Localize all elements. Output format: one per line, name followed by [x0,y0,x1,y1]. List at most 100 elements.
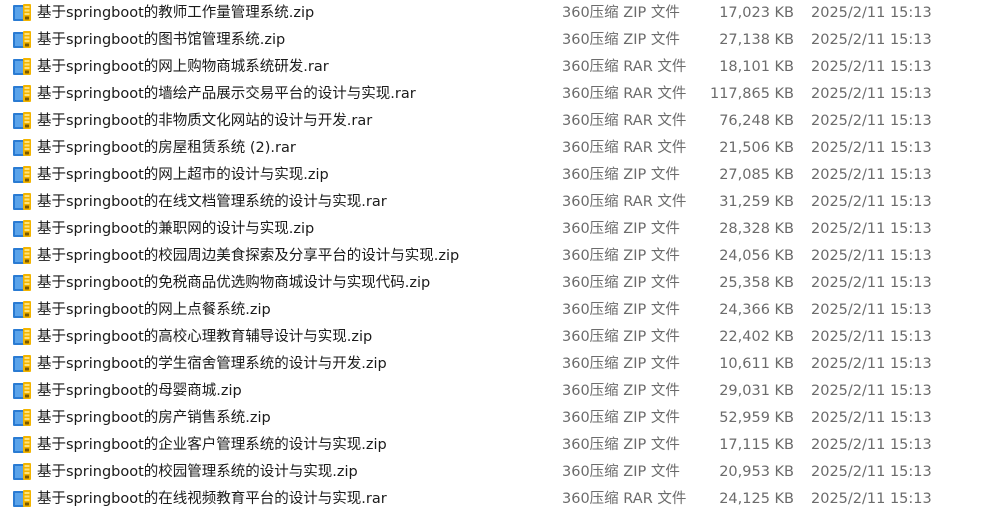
file-row[interactable]: 基于springboot的免税商品优选购物商城设计与实现代码.zip 360压缩 … [0,270,1005,297]
file-size: 117,865 KB [709,86,794,102]
file-type: 360压缩 RAR 文件 [562,59,687,75]
file-row[interactable]: 基于springboot的企业客户管理系统的设计与实现.zip 360压缩 ZIP… [0,432,1005,459]
file-name[interactable]: 基于springboot的母婴商城.zip [37,378,242,404]
file-type: 360压缩 ZIP 文件 [562,464,680,480]
file-type: 360压缩 RAR 文件 [562,113,687,129]
file-modified-date: 2025/2/11 15:13 [811,140,932,156]
archive-file-icon [12,111,32,130]
file-name[interactable]: 基于springboot的在线文档管理系统的设计与实现.rar [37,189,387,215]
file-name[interactable]: 基于springboot的网上点餐系统.zip [37,297,271,323]
archive-file-icon [12,30,32,49]
file-size: 29,031 KB [719,383,794,399]
file-row[interactable]: 基于springboot的校园周边美食探索及分享平台的设计与实现.zip 360压… [0,243,1005,270]
file-type: 360压缩 ZIP 文件 [562,167,680,183]
file-size: 17,115 KB [719,437,794,453]
file-modified-date: 2025/2/11 15:13 [811,5,932,21]
file-name[interactable]: 基于springboot的校园周边美食探索及分享平台的设计与实现.zip [37,243,459,269]
file-modified-date: 2025/2/11 15:13 [811,113,932,129]
file-name[interactable]: 基于springboot的网上购物商城系统研发.rar [37,54,329,80]
file-modified-date: 2025/2/11 15:13 [811,221,932,237]
file-name[interactable]: 基于springboot的墙绘产品展示交易平台的设计与实现.rar [37,81,416,107]
file-row[interactable]: 基于springboot的墙绘产品展示交易平台的设计与实现.rar 360压缩 R… [0,81,1005,108]
file-modified-date: 2025/2/11 15:13 [811,86,932,102]
archive-file-icon [12,300,32,319]
file-size: 22,402 KB [719,329,794,345]
file-row[interactable]: 基于springboot的学生宿舍管理系统的设计与开发.zip 360压缩 ZIP… [0,351,1005,378]
archive-file-icon [12,273,32,292]
file-name[interactable]: 基于springboot的高校心理教育辅导设计与实现.zip [37,324,372,350]
file-modified-date: 2025/2/11 15:13 [811,167,932,183]
file-type: 360压缩 ZIP 文件 [562,383,680,399]
file-name[interactable]: 基于springboot的免税商品优选购物商城设计与实现代码.zip [37,270,430,296]
file-size: 27,138 KB [719,32,794,48]
file-modified-date: 2025/2/11 15:13 [811,356,932,372]
file-size: 25,358 KB [719,275,794,291]
file-size: 24,366 KB [719,302,794,318]
file-modified-date: 2025/2/11 15:13 [811,194,932,210]
file-row[interactable]: 基于springboot的网上超市的设计与实现.zip 360压缩 ZIP 文件 2… [0,162,1005,189]
archive-file-icon [12,462,32,481]
file-row[interactable]: 基于springboot的房屋租赁系统 (2).rar 360压缩 RAR 文件 2… [0,135,1005,162]
archive-file-icon [12,165,32,184]
file-type: 360压缩 ZIP 文件 [562,329,680,345]
file-type: 360压缩 RAR 文件 [562,140,687,156]
file-row[interactable]: 基于springboot的兼职网的设计与实现.zip 360压缩 ZIP 文件 28… [0,216,1005,243]
file-row[interactable]: 基于springboot的非物质文化网站的设计与开发.rar 360压缩 RAR … [0,108,1005,135]
file-row[interactable]: 基于springboot的校园管理系统的设计与实现.zip 360压缩 ZIP 文… [0,459,1005,486]
file-size: 28,328 KB [719,221,794,237]
file-row[interactable]: 基于springboot的在线视频教育平台的设计与实现.rar 360压缩 RAR… [0,486,1005,513]
file-size: 10,611 KB [719,356,794,372]
file-row[interactable]: 基于springboot的图书馆管理系统.zip 360压缩 ZIP 文件 27,1… [0,27,1005,54]
file-modified-date: 2025/2/11 15:13 [811,248,932,264]
archive-file-icon [12,327,32,346]
archive-file-icon [12,57,32,76]
file-row[interactable]: 基于springboot的母婴商城.zip 360压缩 ZIP 文件 29,031 … [0,378,1005,405]
file-size: 52,959 KB [719,410,794,426]
file-row[interactable]: 基于springboot的房产销售系统.zip 360压缩 ZIP 文件 52,95… [0,405,1005,432]
file-type: 360压缩 RAR 文件 [562,491,687,507]
file-name[interactable]: 基于springboot的房产销售系统.zip [37,405,271,431]
file-modified-date: 2025/2/11 15:13 [811,464,932,480]
archive-file-icon [12,489,32,508]
file-type: 360压缩 ZIP 文件 [562,275,680,291]
file-name[interactable]: 基于springboot的房屋租赁系统 (2).rar [37,135,296,161]
file-type: 360压缩 ZIP 文件 [562,437,680,453]
file-row[interactable]: 基于springboot的高校心理教育辅导设计与实现.zip 360压缩 ZIP … [0,324,1005,351]
file-name[interactable]: 基于springboot的学生宿舍管理系统的设计与开发.zip [37,351,387,377]
archive-file-icon [12,381,32,400]
archive-file-icon [12,219,32,238]
file-modified-date: 2025/2/11 15:13 [811,383,932,399]
file-type: 360压缩 ZIP 文件 [562,32,680,48]
file-modified-date: 2025/2/11 15:13 [811,275,932,291]
archive-file-icon [12,246,32,265]
file-size: 20,953 KB [719,464,794,480]
file-name[interactable]: 基于springboot的校园管理系统的设计与实现.zip [37,459,358,485]
file-modified-date: 2025/2/11 15:13 [811,329,932,345]
file-modified-date: 2025/2/11 15:13 [811,410,932,426]
file-type: 360压缩 ZIP 文件 [562,221,680,237]
file-type: 360压缩 RAR 文件 [562,86,687,102]
file-modified-date: 2025/2/11 15:13 [811,491,932,507]
file-name[interactable]: 基于springboot的兼职网的设计与实现.zip [37,216,314,242]
file-name[interactable]: 基于springboot的非物质文化网站的设计与开发.rar [37,108,372,134]
file-name[interactable]: 基于springboot的网上超市的设计与实现.zip [37,162,329,188]
file-type: 360压缩 ZIP 文件 [562,410,680,426]
file-modified-date: 2025/2/11 15:13 [811,59,932,75]
file-type: 360压缩 RAR 文件 [562,194,687,210]
file-modified-date: 2025/2/11 15:13 [811,32,932,48]
file-size: 24,125 KB [719,491,794,507]
file-name[interactable]: 基于springboot的企业客户管理系统的设计与实现.zip [37,432,387,458]
file-size: 24,056 KB [719,248,794,264]
file-row[interactable]: 基于springboot的网上购物商城系统研发.rar 360压缩 RAR 文件 1… [0,54,1005,81]
file-row[interactable]: 基于springboot的网上点餐系统.zip 360压缩 ZIP 文件 24,36… [0,297,1005,324]
file-name[interactable]: 基于springboot的图书馆管理系统.zip [37,27,285,53]
archive-file-icon [12,138,32,157]
file-name[interactable]: 基于springboot的教师工作量管理系统.zip [37,0,314,26]
file-name[interactable]: 基于springboot的在线视频教育平台的设计与实现.rar [37,486,387,512]
file-size: 21,506 KB [719,140,794,156]
file-type: 360压缩 ZIP 文件 [562,356,680,372]
file-row[interactable]: 基于springboot的在线文档管理系统的设计与实现.rar 360压缩 RAR… [0,189,1005,216]
file-type: 360压缩 ZIP 文件 [562,248,680,264]
archive-file-icon [12,3,32,22]
file-row[interactable]: 基于springboot的教师工作量管理系统.zip 360压缩 ZIP 文件 17… [0,0,1005,27]
